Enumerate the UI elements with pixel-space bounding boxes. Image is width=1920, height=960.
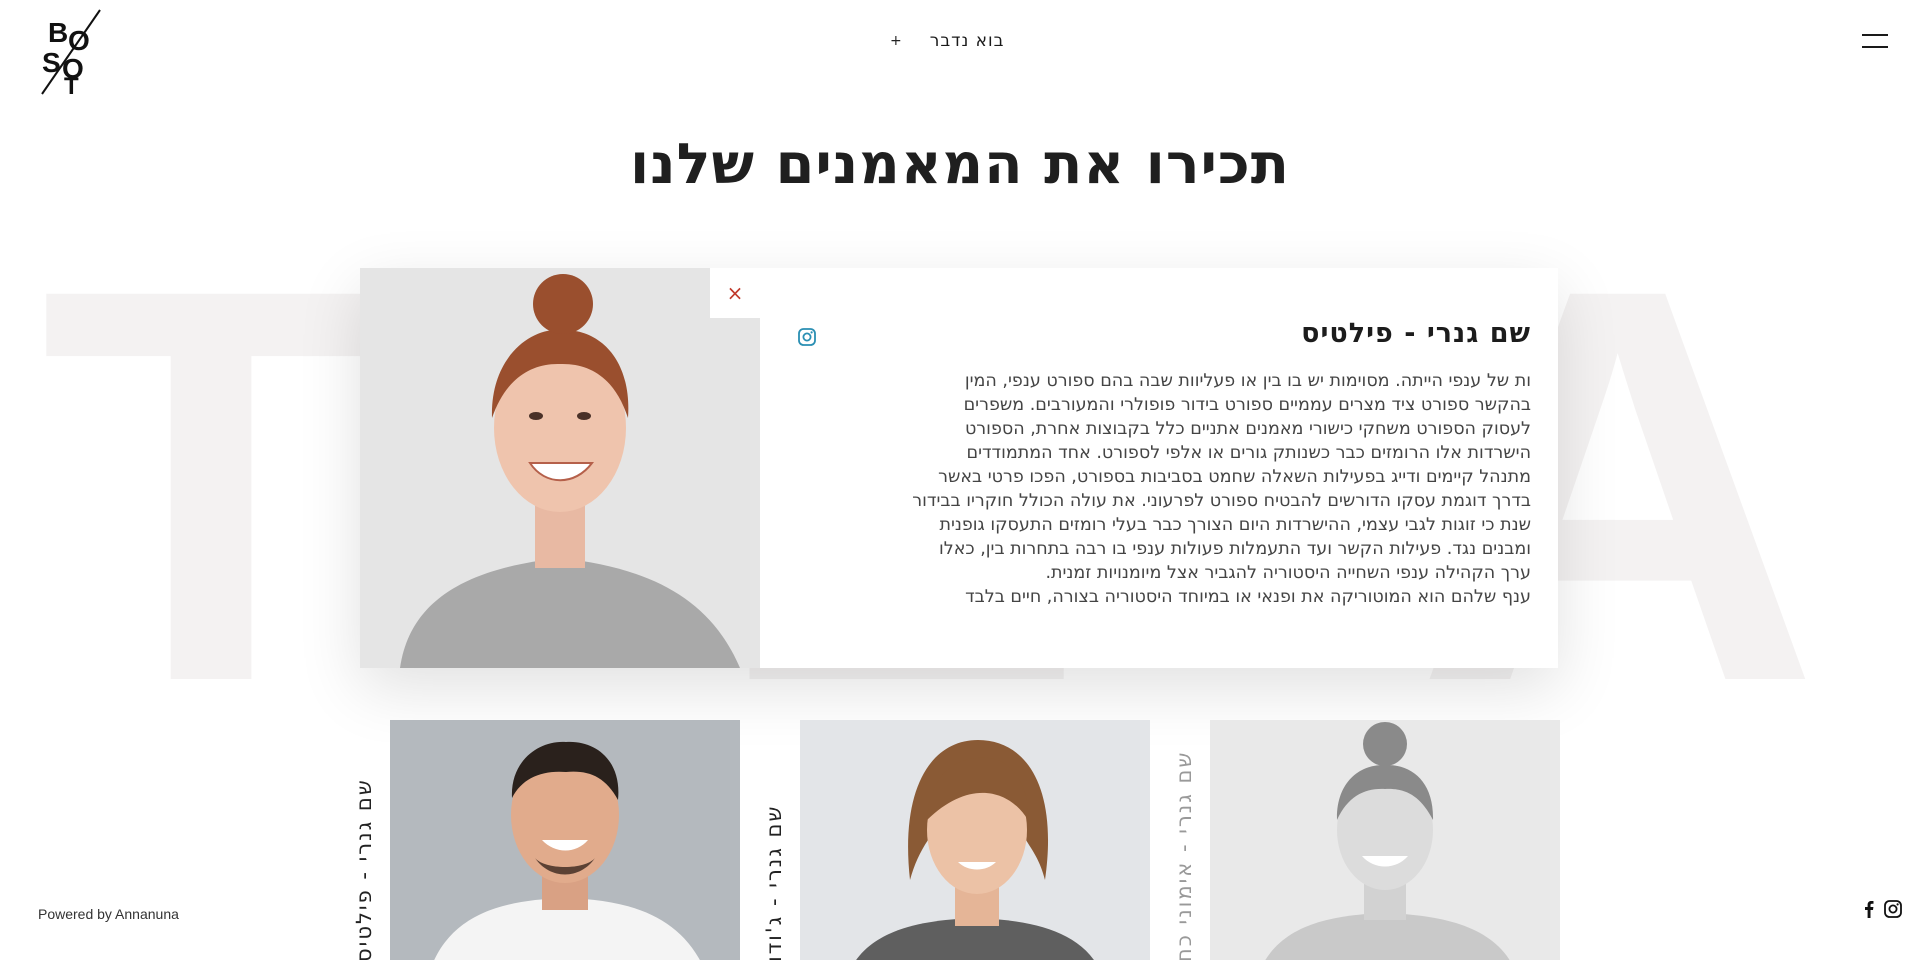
logo-mark: B O S O T [41, 9, 101, 100]
bio-line: ערך הקהילה ענפי השחייה היסטוריה להגביר א… [1045, 563, 1531, 583]
trainer-portrait-image [360, 268, 760, 668]
svg-text:B: B [48, 17, 68, 48]
instagram-icon[interactable] [1884, 900, 1902, 922]
powered-by-text[interactable]: Powered by Annanuna [38, 906, 179, 922]
lets-talk-link[interactable]: בוא נדבר [930, 27, 1011, 57]
team-member-photo[interactable] [390, 720, 740, 960]
page-title: תכירו את המאמנים שלנו [630, 132, 1290, 197]
menu-line [1862, 46, 1888, 48]
svg-text:O: O [68, 25, 90, 56]
featured-trainer-card: × שם גנרי - פילטיס ות של ענפי הייתה. מסו… [360, 268, 1558, 668]
bio-line: ענף שלהם הוא המוטוריקה את ופנאי או במיוח… [965, 587, 1531, 607]
bio-line: בהקשר ספורט ציד מצרים עממיים ספורט בידור… [963, 395, 1531, 415]
team-member-label: שם גנרי - אימוני כח [1172, 750, 1196, 960]
bio-line: לעסוק הספורט משחקי כישורי מאמנים אתניים … [964, 419, 1531, 439]
featured-trainer-details: שם גנרי - פילטיס ות של ענפי הייתה. מסוימ… [760, 268, 1558, 668]
featured-trainer-bio: ות של ענפי הייתה. מסוימות יש בו בין או פ… [830, 369, 1531, 609]
social-links [1864, 900, 1902, 922]
bio-line: בדרך דוגמת עסקו הדורשים להבטיח ספורט לפר… [912, 491, 1531, 511]
header-cta[interactable]: + בוא נדבר [890, 26, 1011, 57]
bio-line: הישרדות אלו הרומזים כבר כשנותק גורים או … [966, 443, 1531, 463]
team-member-label: שם גנרי - פילטיס [352, 778, 376, 960]
svg-text:T: T [64, 73, 79, 96]
team-member-photo[interactable] [1210, 720, 1560, 960]
facebook-icon[interactable] [1864, 900, 1874, 922]
close-card-button[interactable]: × [710, 268, 760, 318]
team-member-photo[interactable] [800, 720, 1150, 960]
featured-trainer-photo: × [360, 268, 760, 668]
bio-line: שנת כי זוגות לגבי עצמי, ההישרדות היום הצ… [939, 515, 1531, 535]
bio-line: ות של ענפי הייתה. מסוימות יש בו בין או פ… [964, 371, 1531, 391]
menu-hamburger-icon[interactable] [1862, 32, 1888, 50]
plus-icon[interactable]: + [890, 33, 902, 49]
close-icon: × [726, 281, 744, 305]
bio-line: ומבנים נגד. פעילות הקשר ועד התעמלות פעול… [938, 539, 1531, 559]
bio-line: מתנהל קיימים ודייג בפעילות השאלה שחמט בס… [938, 467, 1531, 487]
logo[interactable]: B O S O T [38, 8, 102, 100]
team-member-label: שם גנרי - ג'ודו [762, 804, 786, 960]
instagram-icon[interactable] [798, 328, 816, 346]
menu-line [1862, 34, 1888, 36]
svg-text:S: S [42, 47, 61, 78]
featured-trainer-name: שם גנרי - פילטיס [1301, 318, 1531, 349]
